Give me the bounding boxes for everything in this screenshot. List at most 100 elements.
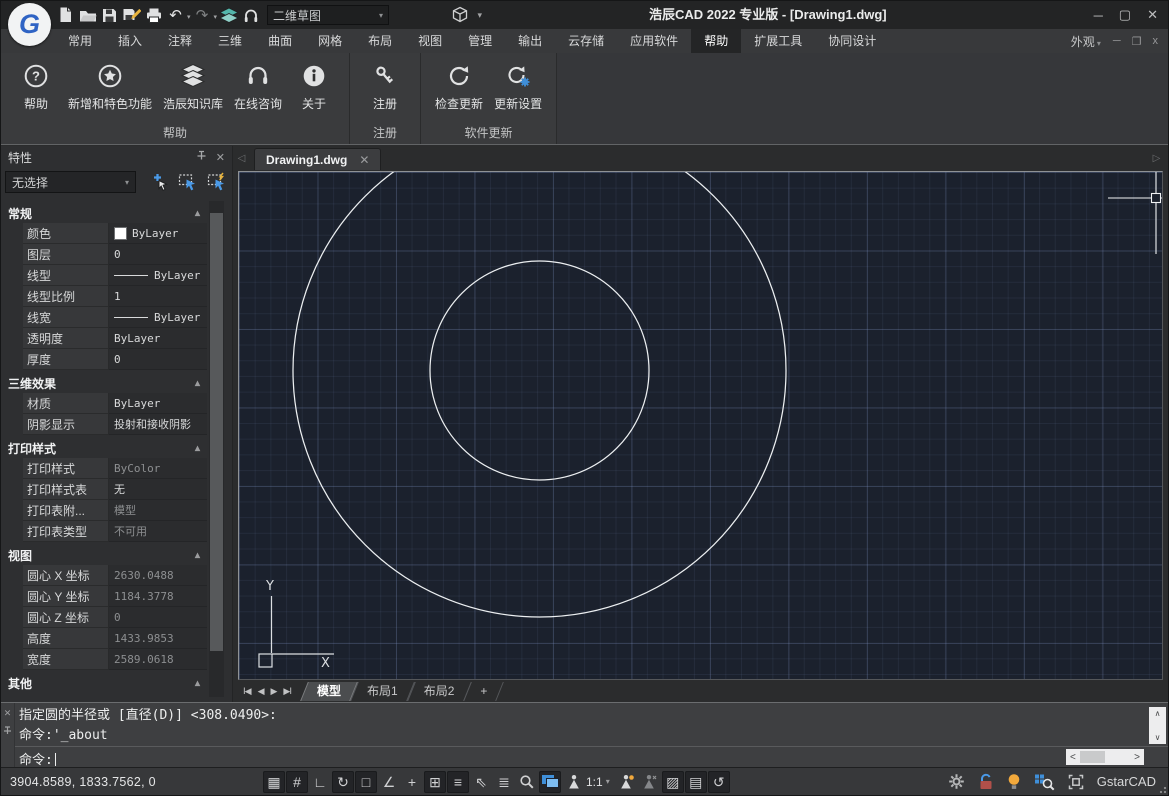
property-value[interactable]: ByLayer: [109, 265, 207, 286]
last-layout-icon[interactable]: ▶Ⅰ: [283, 686, 291, 697]
collapse-arrow-icon[interactable]: ▴: [195, 208, 200, 219]
collapse-arrow-icon[interactable]: ▴: [195, 550, 200, 561]
property-value[interactable]: 0: [109, 607, 207, 628]
ribbon-button-更新设置[interactable]: 更新设置: [489, 60, 547, 114]
ribbon-tab-管理[interactable]: 管理: [455, 29, 505, 53]
scroll-left-icon[interactable]: <: [1070, 752, 1076, 763]
layout-tab-布局1[interactable]: 布局1: [354, 682, 411, 701]
ribbon-tab-布局[interactable]: 布局: [355, 29, 405, 53]
tab-close-icon[interactable]: ✕: [359, 153, 369, 167]
doc-restore-button[interactable]: ❐: [1132, 35, 1142, 48]
command-history[interactable]: 指定圆的半径或 [直径(D)] <308.0490>:命令:'_about: [19, 706, 1144, 746]
properties-scrollbar[interactable]: [209, 201, 224, 697]
ribbon-tab-帮助[interactable]: 帮助: [691, 29, 741, 53]
resize-grip[interactable]: [1159, 786, 1167, 794]
ribbon-tab-输出[interactable]: 输出: [505, 29, 555, 53]
property-value[interactable]: 0: [109, 349, 207, 370]
command-vertical-scrollbar[interactable]: ∧ ∨: [1149, 707, 1166, 744]
select-objects-icon[interactable]: [205, 172, 228, 193]
property-value[interactable]: ByLayer: [109, 223, 207, 244]
close-button[interactable]: ✕: [1147, 7, 1158, 23]
appearance-menu[interactable]: 外观▾: [1071, 33, 1101, 50]
redo-icon[interactable]: ↷: [192, 3, 213, 27]
ribbon-tab-曲面[interactable]: 曲面: [255, 29, 305, 53]
settings-gear-icon[interactable]: [948, 773, 965, 790]
brightness-bulb-icon[interactable]: [1007, 773, 1021, 791]
ribbon-button-帮助[interactable]: ?帮助: [10, 60, 62, 114]
layer-tools-icon[interactable]: [218, 3, 239, 27]
ribbon-button-新增和特色功能[interactable]: 新增和特色功能: [63, 60, 157, 114]
undo-icon[interactable]: ↶: [165, 3, 186, 27]
ribbon-tab-应用软件[interactable]: 应用软件: [617, 29, 691, 53]
property-value[interactable]: 1433.9853: [109, 628, 207, 649]
status-toggle-object-snap-tracking[interactable]: +: [401, 771, 423, 793]
status-toggle-quick-view[interactable]: [516, 771, 538, 793]
section-header-常规[interactable]: 常规▴: [1, 203, 207, 223]
drawn-circle[interactable]: [430, 261, 649, 480]
prev-layout-icon[interactable]: ◀: [258, 686, 264, 697]
ribbon-button-检查更新[interactable]: 检查更新: [430, 60, 488, 114]
property-value[interactable]: 模型: [109, 500, 207, 521]
status-toggle-model-paper-toggle[interactable]: [539, 771, 561, 793]
status-toggle-polar-tracking[interactable]: ↻: [332, 771, 354, 793]
ribbon-button-注册[interactable]: 注册: [359, 60, 411, 114]
scroll-right-icon[interactable]: >: [1134, 752, 1140, 763]
property-value[interactable]: 1184.3778: [109, 586, 207, 607]
gstarcad-logo-icon[interactable]: G: [8, 3, 51, 46]
status-toggle-selection-cycling[interactable]: ⇖: [470, 771, 492, 793]
ribbon-tab-云存储[interactable]: 云存储: [555, 29, 617, 53]
status-toggle-object-snap[interactable]: □: [355, 771, 377, 793]
status-toggle-clean-screen[interactable]: ↺: [708, 771, 730, 793]
scrollbar-thumb[interactable]: [210, 213, 223, 651]
pin-icon[interactable]: [196, 150, 207, 164]
save-icon[interactable]: [99, 3, 120, 27]
status-toggle-show-lineweight[interactable]: ≡: [447, 771, 469, 793]
collapse-arrow-icon[interactable]: ▴: [195, 678, 200, 689]
minimize-button[interactable]: ─: [1094, 8, 1103, 23]
ribbon-button-在线咨询[interactable]: 在线咨询: [229, 60, 287, 114]
add-to-selection-icon[interactable]: [147, 172, 170, 193]
ribbon-tab-协同设计[interactable]: 协同设计: [815, 29, 889, 53]
section-header-三维效果[interactable]: 三维效果▴: [1, 373, 207, 393]
layout-tab-模型[interactable]: 模型: [304, 682, 354, 701]
tab-scroll-right-icon[interactable]: ▷: [1149, 148, 1164, 170]
scroll-down-icon[interactable]: ∨: [1155, 733, 1161, 742]
ribbon-tab-视图[interactable]: 视图: [405, 29, 455, 53]
status-toggle-annotation-scale[interactable]: 1:1▾: [562, 771, 615, 793]
online-support-icon[interactable]: [240, 3, 261, 27]
toolbar-overflow-icon[interactable]: ▾: [471, 3, 492, 27]
status-toggle-grid[interactable]: #: [286, 771, 308, 793]
property-value[interactable]: ByLayer: [109, 307, 207, 328]
command-pin-icon[interactable]: [3, 726, 12, 737]
ribbon-tab-注释[interactable]: 注释: [155, 29, 205, 53]
status-toggle-annotation-visibility[interactable]: [616, 771, 638, 793]
drawing-canvas[interactable]: YX: [238, 171, 1163, 680]
close-icon[interactable]: ✕: [216, 151, 225, 164]
plot-icon[interactable]: [143, 3, 164, 27]
command-input-line[interactable]: 命令:: [19, 749, 63, 768]
ribbon-tab-插入[interactable]: 插入: [105, 29, 155, 53]
property-value[interactable]: 2630.0488: [109, 565, 207, 586]
new-file-icon[interactable]: [55, 3, 76, 27]
status-toggle-transparency[interactable]: ▨: [662, 771, 684, 793]
ribbon-tab-三维[interactable]: 三维: [205, 29, 255, 53]
status-toggle-snap[interactable]: ▦: [263, 771, 285, 793]
tab-scroll-left-icon[interactable]: ◁: [234, 148, 249, 170]
collapse-arrow-icon[interactable]: ▴: [195, 378, 200, 389]
redo-dropdown-icon[interactable]: ▾: [214, 8, 218, 22]
workspace-dropdown[interactable]: 二维草图 ▾: [267, 5, 389, 25]
drawing-tab[interactable]: Drawing1.dwg ✕: [254, 148, 381, 170]
ribbon-tab-扩展工具[interactable]: 扩展工具: [741, 29, 815, 53]
maximize-button[interactable]: ▢: [1119, 7, 1131, 23]
status-toggle-auto-annotation[interactable]: [639, 771, 661, 793]
doc-close-button[interactable]: x: [1153, 35, 1159, 48]
unlock-icon[interactable]: [978, 773, 994, 791]
section-header-打印样式[interactable]: 打印样式▴: [1, 438, 207, 458]
ribbon-button-浩辰知识库[interactable]: 浩辰知识库: [158, 60, 228, 114]
view-cube-icon[interactable]: [449, 3, 470, 27]
scrollbar-thumb[interactable]: [1080, 751, 1105, 763]
status-toggle-angle-override[interactable]: ∠: [378, 771, 400, 793]
property-value[interactable]: 2589.0618: [109, 649, 207, 670]
first-layout-icon[interactable]: Ⅰ◀: [243, 686, 251, 697]
collapse-arrow-icon[interactable]: ▴: [195, 443, 200, 454]
